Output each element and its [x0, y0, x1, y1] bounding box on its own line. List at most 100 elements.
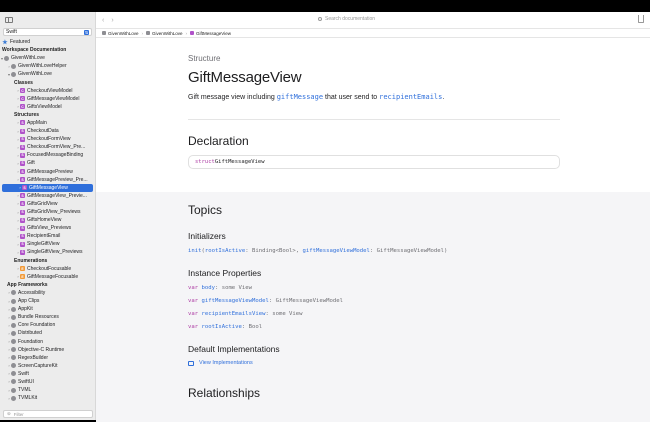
sidebar-item-label: AppKit	[18, 306, 33, 313]
sidebar-item-label: Classes	[14, 79, 33, 86]
sidebar-item-label: RecipientEmail	[27, 233, 61, 240]
sidebar-item[interactable]: › AppKit	[0, 305, 95, 313]
sidebar-item[interactable]: › E GiftMessageFocusable	[0, 273, 95, 281]
sidebar-item[interactable]: › S CheckoutFormView_Pre...	[0, 143, 95, 151]
property-item[interactable]: var giftMessageViewModel: GiftMessageVie…	[188, 298, 560, 304]
property-name: recipientEmailsView	[201, 311, 266, 317]
struct-icon: S	[20, 152, 25, 158]
sidebar-toggle-icon[interactable]	[5, 17, 13, 23]
navigator-tree: ★ Featured Workspace Documentation ▾ GivenWi…	[0, 38, 95, 402]
back-button[interactable]: ‹	[102, 17, 104, 24]
sidebar-item[interactable]: › C GiftsViewModel	[0, 103, 95, 111]
property-keyword: var	[188, 324, 199, 330]
struct-icon: S	[20, 136, 25, 142]
sidebar-item-label: TVML	[18, 387, 32, 394]
sidebar-item[interactable]: Structures	[0, 111, 95, 119]
sidebar-item[interactable]: › App Clips	[0, 297, 95, 305]
class-icon: C	[20, 96, 25, 102]
sidebar-item[interactable]: › S CheckoutFormView	[0, 135, 95, 143]
sidebar-item[interactable]: › S FocusedMessageBinding	[0, 151, 95, 159]
sidebar-item[interactable]: Enumerations	[0, 257, 95, 265]
sidebar-item[interactable]: ★ Featured	[0, 38, 95, 46]
sidebar-item-label: Objective-C Runtime	[18, 346, 65, 353]
sidebar-item[interactable]: › Objective-C Runtime	[0, 346, 95, 354]
framework-icon	[11, 355, 16, 361]
init-name: init	[188, 248, 202, 254]
breadcrumb-item[interactable]: GivenWithLove ›	[146, 31, 187, 36]
property-item[interactable]: var rootIsActive: Bool	[188, 324, 560, 330]
framework-icon	[11, 371, 16, 377]
sidebar-item[interactable]: › TVML	[0, 386, 95, 394]
sidebar-item-label: GivenWithLove	[11, 55, 45, 62]
sidebar-item[interactable]: › S CheckoutData	[0, 127, 95, 135]
sidebar-item[interactable]: › SwiftUI	[0, 378, 95, 386]
sidebar-item[interactable]: › C GiftMessageViewModel	[0, 95, 95, 103]
share-icon[interactable]	[638, 15, 644, 23]
language-select[interactable]: Swift ⇅	[3, 28, 92, 36]
initializers-heading: Initializers	[188, 231, 226, 241]
sidebar-item[interactable]: › Distributed	[0, 329, 95, 337]
search-field[interactable]: Search documentation	[318, 16, 375, 22]
breadcrumb-item[interactable]: GiftMessageView	[190, 31, 231, 36]
forward-button[interactable]: ›	[111, 17, 113, 24]
search-icon	[318, 17, 322, 21]
sidebar-item[interactable]: › Core Foundation	[0, 321, 95, 329]
sidebar-item[interactable]: › S GiftsGridView_Previews	[0, 208, 95, 216]
sidebar-item[interactable]: › E CheckoutFocusable	[0, 265, 95, 273]
sidebar-item[interactable]: › S RecipientEmail	[0, 232, 95, 240]
property-item[interactable]: var recipientEmailsView: some View	[188, 311, 560, 317]
declaration-name: GiftMessageView	[214, 159, 265, 165]
sidebar-item-label: GiftsViewModel	[27, 103, 62, 110]
sidebar-item-label: GiftMessageFocusable	[27, 273, 79, 280]
sidebar-item[interactable]: Classes	[0, 78, 95, 86]
sidebar-item[interactable]: › S GiftsGridView	[0, 200, 95, 208]
sidebar-item[interactable]: Workspace Documentation	[0, 46, 95, 54]
property-item[interactable]: var body: some View	[188, 285, 560, 291]
sidebar-item[interactable]: › S SingleGiftView	[0, 240, 95, 248]
sidebar-item[interactable]: › S SingleGiftView_Previews	[0, 248, 95, 256]
sidebar-item-label: GiftsHomeView	[27, 217, 62, 224]
sidebar-item[interactable]: › C CheckoutViewModel	[0, 87, 95, 95]
filter-input[interactable]: ⊜ Filter	[3, 410, 93, 418]
sidebar-top	[0, 12, 95, 28]
sidebar-item-label: App Clips	[18, 298, 40, 305]
sidebar-item[interactable]: › ScreenCaptureKit	[0, 362, 95, 370]
framework-icon	[146, 31, 151, 35]
sidebar-item[interactable]: › Swift	[0, 370, 95, 378]
sidebar-item[interactable]: › Accessibility	[0, 289, 95, 297]
initializer-item[interactable]: init(rootIsActive: Binding<Bool>, giftMe…	[188, 248, 560, 254]
struct-icon: S	[20, 217, 25, 223]
documentation-window: Swift ⇅ ★ Featured Workspace Documentation…	[0, 12, 650, 422]
sidebar-item[interactable]: › S GiftsHomeView	[0, 216, 95, 224]
struct-icon: S	[22, 185, 27, 191]
abstract-link-gift-message[interactable]: giftMessage	[277, 93, 323, 101]
abstract-text-3: .	[442, 94, 445, 101]
sidebar-item[interactable]: › Bundle Resources	[0, 313, 95, 321]
sidebar-item[interactable]: ▾ GivenWithLove	[0, 54, 95, 62]
sidebar-item[interactable]: › S GiftMessageView_Previe...	[0, 192, 95, 200]
breadcrumb-item[interactable]: GivenWithLove ›	[102, 31, 143, 36]
abstract-text-1: Gift message view including	[188, 94, 277, 101]
enum-icon: E	[20, 274, 25, 280]
sidebar-item-label: GivenWithLove	[18, 71, 52, 78]
class-icon: C	[20, 88, 25, 94]
view-implementations-link[interactable]: View Implementations	[188, 360, 560, 366]
sidebar-item[interactable]: › S Gift	[0, 159, 95, 167]
sidebar-item[interactable]: App Frameworks	[0, 281, 95, 289]
sidebar-item[interactable]: › RegexBuilder	[0, 354, 95, 362]
sidebar-item[interactable]: › S GiftMessageView	[2, 183, 93, 192]
sidebar-item[interactable]: › Foundation	[0, 337, 95, 345]
sidebar-item[interactable]: › S GiftsView_Previews	[0, 224, 95, 232]
struct-icon: S	[20, 233, 25, 239]
abstract-link-recipient-emails[interactable]: recipientEmails	[379, 93, 442, 101]
sidebar-item-label: Enumerations	[14, 257, 48, 264]
sidebar-item[interactable]: › GivenWithLoveHelper	[0, 62, 95, 70]
sidebar-item[interactable]: › S AppMain	[0, 119, 95, 127]
property-type: : some View	[214, 285, 253, 291]
sidebar-item[interactable]: ▾ GivenWithLove	[0, 70, 95, 78]
list-icon	[188, 360, 194, 366]
sidebar-item[interactable]: › S GiftMessagePreview	[0, 168, 95, 176]
sidebar-item[interactable]: › TVMLKit	[0, 394, 95, 402]
sidebar-item[interactable]: › S GiftMessagePreview_Pre...	[0, 176, 95, 184]
framework-icon	[11, 306, 16, 312]
